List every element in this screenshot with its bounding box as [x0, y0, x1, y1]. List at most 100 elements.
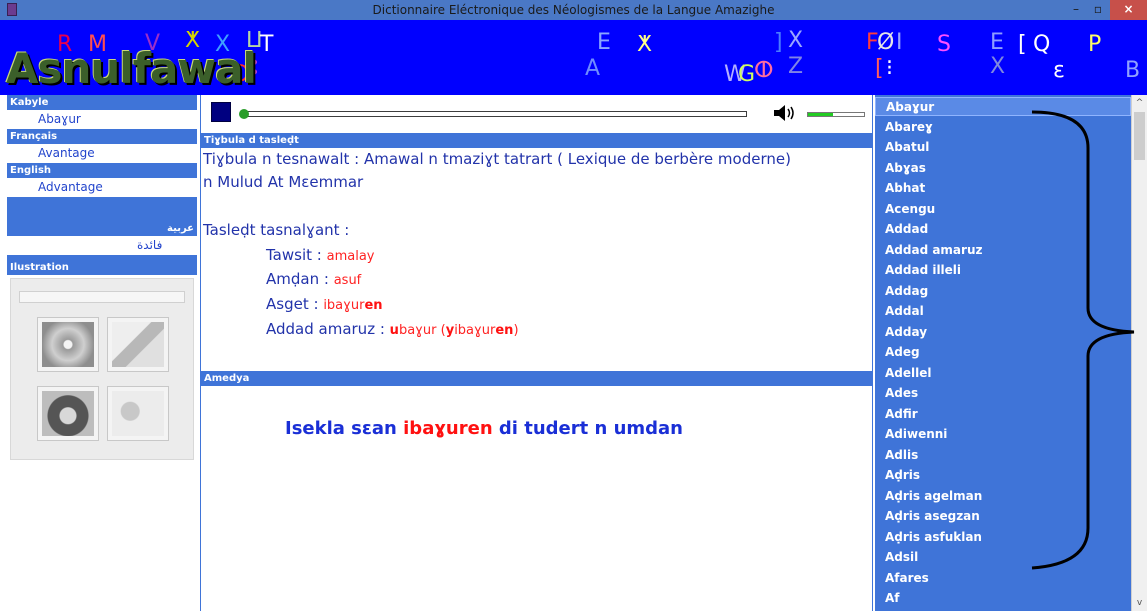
- banner-glyph: ⵀ: [754, 58, 774, 83]
- illustration-label: Ilustration: [7, 260, 197, 275]
- english-value: Advantage: [7, 178, 197, 197]
- banner-glyph: G: [738, 62, 756, 87]
- progress-track[interactable]: [241, 111, 747, 117]
- banner-glyph: Q: [1033, 32, 1051, 57]
- word-list-item[interactable]: Abhat: [875, 179, 1131, 198]
- addad-paren-prefix: y: [445, 323, 455, 338]
- banner-glyph: ]: [774, 30, 783, 55]
- word-list-item[interactable]: Addad amaruz: [875, 241, 1131, 260]
- banner-glyph: B: [1125, 58, 1141, 83]
- window-title: Dictionnaire Eléctronique des Néologisme…: [372, 3, 775, 17]
- word-list-item[interactable]: Ades: [875, 384, 1131, 403]
- amdan-label: Amḍan :: [266, 270, 329, 288]
- kabyle-value: Abaɣur: [7, 110, 197, 129]
- translation-panel: Kabyle Abaɣur Français Avantage English …: [7, 95, 197, 611]
- banner-glyph: Ø: [877, 30, 895, 55]
- word-list-item[interactable]: Adlis: [875, 446, 1131, 465]
- amdan-row: Amḍan : asuf: [266, 270, 361, 288]
- banner-glyph: [: [875, 56, 884, 81]
- plant-thumbnail: [107, 317, 169, 372]
- stop-button[interactable]: [211, 102, 231, 122]
- word-list-item[interactable]: Adday: [875, 323, 1131, 342]
- word-list-item[interactable]: Af: [875, 589, 1131, 608]
- source-line-2: n Mulud At Mɛemmar: [203, 173, 364, 191]
- word-list-item[interactable]: Abatul: [875, 138, 1131, 157]
- addad-paren-suffix: en: [495, 323, 514, 338]
- english-label: English: [7, 163, 197, 178]
- tawsit-row: Tawsit : amalay: [266, 246, 374, 264]
- banner-glyph: X: [990, 54, 1006, 79]
- word-list-item[interactable]: Afares: [875, 569, 1131, 588]
- volume-slider[interactable]: [807, 112, 865, 117]
- example-header: Amedya: [201, 371, 872, 386]
- word-list-item[interactable]: Abɣas: [875, 159, 1131, 178]
- close-button[interactable]: ×: [1110, 0, 1147, 20]
- addad-label: Addad amaruz :: [266, 320, 385, 338]
- word-list-item[interactable]: Acengu: [875, 200, 1131, 219]
- word-list-item[interactable]: Abareɣ: [875, 118, 1131, 137]
- word-list-item[interactable]: Aḍris asegzan: [875, 507, 1131, 526]
- scroll-thumb[interactable]: [1134, 112, 1145, 160]
- addad-root: baɣur: [398, 323, 437, 338]
- french-value: Avantage: [7, 144, 197, 163]
- addad-paren-close: ): [513, 323, 519, 338]
- scroll-down-button[interactable]: v: [1132, 595, 1147, 611]
- arabic-value: فائدة: [7, 236, 197, 255]
- word-list-item[interactable]: Addal: [875, 302, 1131, 321]
- banner-glyph: X: [788, 28, 804, 53]
- word-list-item[interactable]: Adfir: [875, 405, 1131, 424]
- word-list-item[interactable]: Adeg: [875, 343, 1131, 362]
- word-list-item[interactable]: Adsil: [875, 548, 1131, 567]
- arabic-label: عربية: [7, 221, 197, 236]
- entry-panel: Tiɣbula d tasleḍt Tiɣbula n tesnawalt : …: [200, 95, 873, 611]
- addad-paren-open: (: [436, 323, 446, 338]
- monkey-thumbnail: [37, 386, 99, 441]
- banner-glyph: E: [597, 30, 611, 55]
- scroll-up-button[interactable]: ^: [1132, 95, 1147, 111]
- volume-fill: [808, 113, 834, 116]
- asget-row: Asget : ibaɣuren: [266, 295, 383, 313]
- image-toolbar: [19, 291, 185, 303]
- app-logo: Asnulfawal: [6, 44, 257, 93]
- balloon-thumbnail: [107, 386, 169, 441]
- maximize-button[interactable]: ▫: [1084, 0, 1112, 20]
- analysis-label: Tasleḍt tasnalɣant :: [203, 221, 350, 239]
- title-bar: Dictionnaire Eléctronique des Néologisme…: [0, 0, 1147, 20]
- banner-glyph: ε: [1053, 58, 1065, 83]
- flower-thumbnail: [37, 317, 99, 372]
- banner-glyph: P: [1088, 32, 1102, 57]
- speaker-icon[interactable]: [773, 104, 799, 122]
- progress-knob[interactable]: [239, 109, 249, 119]
- addad-row: Addad amaruz : ubaɣur (yibaɣuren): [266, 320, 519, 338]
- asget-value-root: ibaɣur: [323, 298, 365, 313]
- illustration-image: [10, 278, 194, 460]
- banner-glyph: ⵅ: [637, 32, 652, 57]
- word-list-item[interactable]: Addag: [875, 282, 1131, 301]
- banner-glyph: [: [1018, 32, 1027, 57]
- tawsit-value: amalay: [326, 249, 375, 264]
- word-list-item[interactable]: Aḍris asfuklan: [875, 528, 1131, 547]
- banner-glyph: S: [937, 32, 951, 57]
- word-list-item[interactable]: Adellel: [875, 364, 1131, 383]
- asget-value-suffix: en: [364, 298, 383, 313]
- word-list-item[interactable]: Abaɣur: [875, 97, 1131, 116]
- banner-glyph: E: [990, 30, 1004, 55]
- word-list-item[interactable]: Aḍris: [875, 466, 1131, 485]
- example-sentence: Isekla sɛan ibaɣuren di tudert n umdan: [285, 418, 683, 439]
- word-list-item[interactable]: Addad: [875, 220, 1131, 239]
- example-before: Isekla sɛan: [285, 418, 404, 439]
- audio-player: [201, 95, 872, 131]
- source-line-1: Tiɣbula n tesnawalt : Amawal n tmaziɣt t…: [203, 150, 791, 168]
- word-list-scrollbar[interactable]: ^ v: [1131, 95, 1147, 611]
- word-list-item[interactable]: Adiwenni: [875, 425, 1131, 444]
- banner-glyph: ⁝: [886, 56, 893, 81]
- word-list-item[interactable]: Aḍris agelman: [875, 487, 1131, 506]
- example-highlight: ibaɣuren: [403, 418, 493, 439]
- word-list-panel: Abaɣur Abareɣ Abatul Abɣas Abhat Acengu Addad A…: [875, 95, 1147, 611]
- asget-label: Asget :: [266, 295, 319, 313]
- example-after: di tudert n umdan: [492, 418, 683, 439]
- definition-body: Tiɣbula n tesnawalt : Amawal n tmaziɣt t…: [201, 148, 872, 370]
- word-list-item[interactable]: Addad illeli: [875, 261, 1131, 280]
- banner: R M V ⵅ X ⵡ T O ⵓ E A ⵅ W G ⵀ] X Z F Ø I[⁝ S E X[Qε P B Asnulfaw…: [0, 20, 1147, 95]
- banner-glyph: Z: [788, 54, 804, 79]
